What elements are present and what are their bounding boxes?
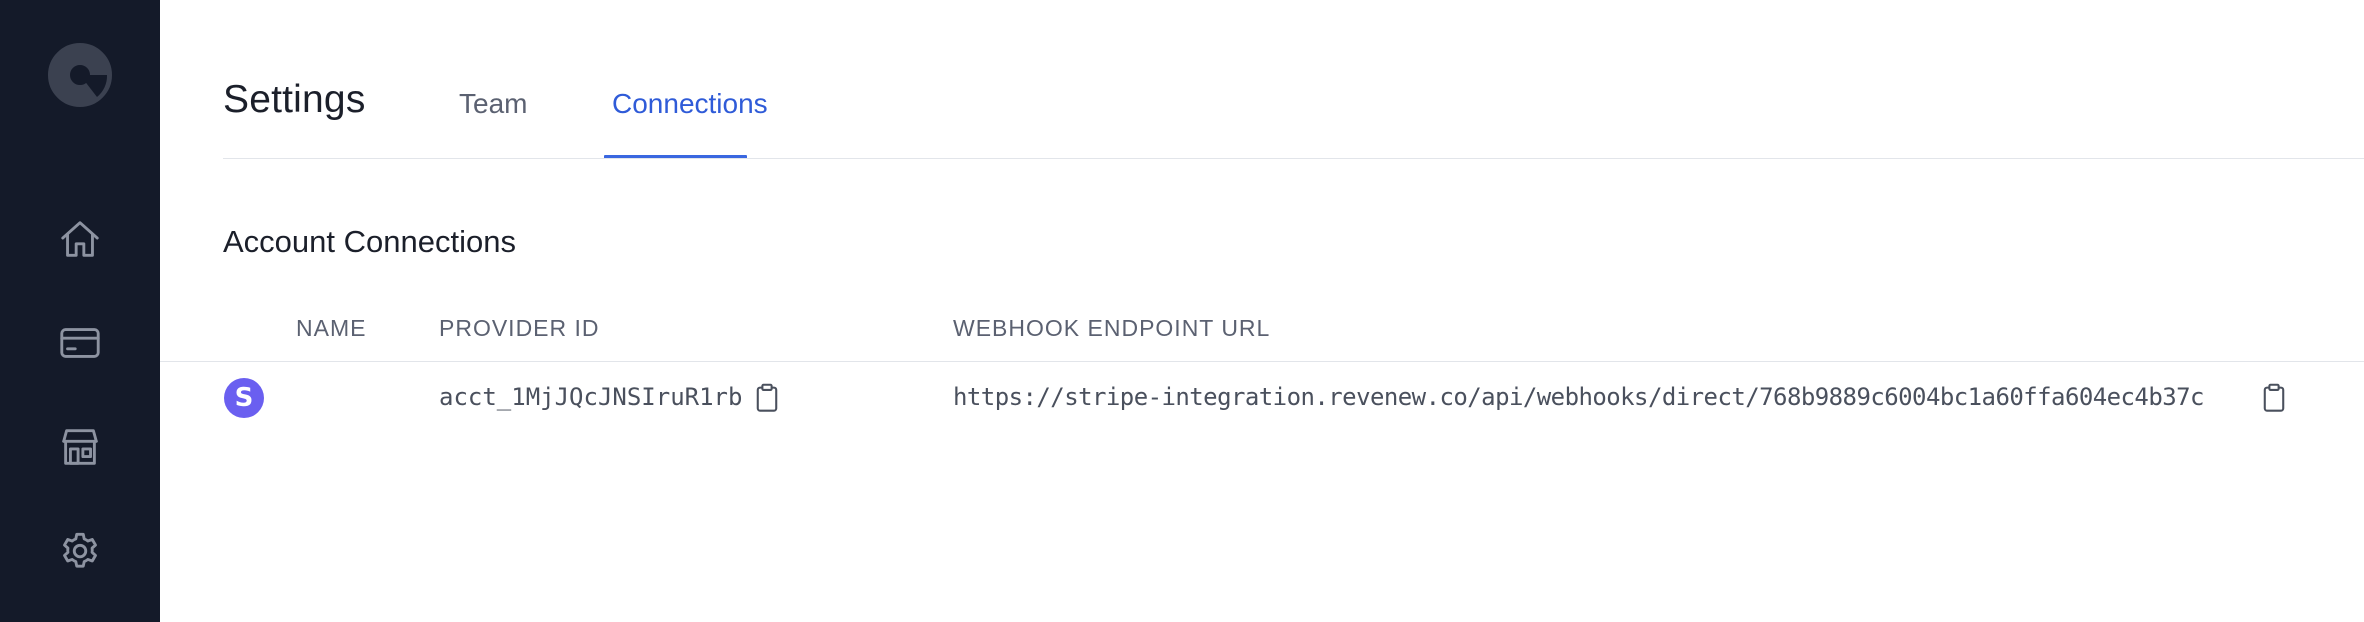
sidebar-item-home[interactable] <box>50 209 110 269</box>
sidebar-item-store[interactable] <box>50 417 110 477</box>
page-title: Settings <box>223 78 366 121</box>
column-header-name: NAME <box>296 315 367 341</box>
tab-connections[interactable]: Connections <box>612 88 768 120</box>
clipboard-icon <box>756 383 778 412</box>
main-content: Settings Team Connections Account Connec… <box>160 0 2364 622</box>
credit-card-icon <box>57 320 103 366</box>
provider-id-value: acct_1MjJQcJNSIruR1rb <box>439 383 743 411</box>
copy-provider-id-button[interactable] <box>753 383 781 413</box>
sidebar <box>0 0 160 622</box>
sidebar-item-settings[interactable] <box>50 521 110 581</box>
clipboard-icon <box>2263 383 2285 412</box>
store-icon <box>57 424 103 470</box>
copy-webhook-url-button[interactable] <box>2260 383 2288 413</box>
section-title: Account Connections <box>223 224 516 259</box>
header-divider <box>223 158 2364 159</box>
stripe-icon: S <box>224 378 264 418</box>
column-header-provider-id: PROVIDER ID <box>439 315 600 341</box>
webhook-url-value: https://stripe-integration.revenew.co/ap… <box>953 383 2204 411</box>
gear-icon <box>57 528 103 574</box>
sidebar-item-billing[interactable] <box>50 313 110 373</box>
home-icon <box>57 216 103 262</box>
app-root: Settings Team Connections Account Connec… <box>0 0 2364 622</box>
tab-team[interactable]: Team <box>459 88 527 120</box>
column-header-webhook-url: WEBHOOK ENDPOINT URL <box>953 315 1271 341</box>
app-logo-icon[interactable] <box>47 42 113 108</box>
table-row: S acct_1MjJQcJNSIruR1rb https://stripe-i… <box>160 362 2364 434</box>
